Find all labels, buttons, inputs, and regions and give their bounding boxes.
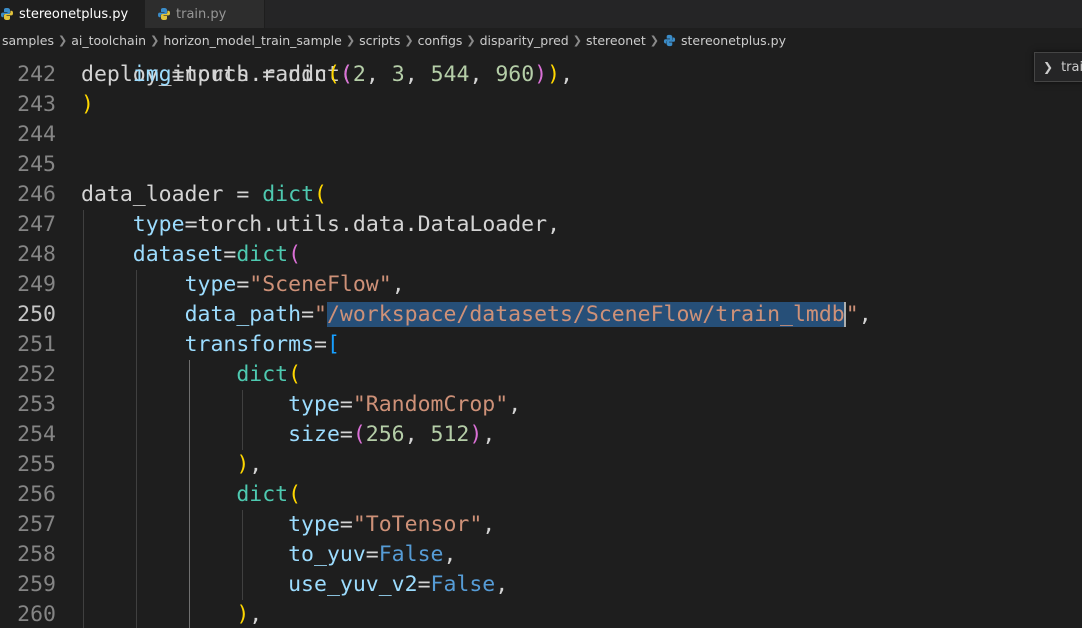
line-number: 249	[17, 272, 56, 297]
line-number: 259	[17, 572, 56, 597]
line-number: 255	[17, 452, 56, 477]
code-line[interactable]: 246 data_loader = dict(	[0, 180, 1082, 210]
line-number: 246	[17, 182, 56, 207]
code-text: dict(	[236, 362, 302, 387]
breadcrumb-item[interactable]: disparity_pred	[480, 33, 569, 48]
chevron-right-icon: ❯	[150, 33, 160, 47]
line-number: 257	[17, 512, 56, 537]
editor-tab-bar: stereonetplus.py train.py	[0, 0, 1082, 28]
code-line[interactable]: 258 to_yuv=False,	[0, 540, 1082, 570]
widget-label: trai	[1061, 59, 1082, 75]
chevron-right-icon: ❯	[1043, 60, 1054, 74]
code-text: type="SceneFlow",	[184, 272, 405, 297]
code-line[interactable]: 257 type="ToTensor",	[0, 510, 1082, 540]
chevron-right-icon: ❯	[404, 33, 414, 47]
tab-label: stereonetplus.py	[19, 6, 129, 22]
code-line[interactable]: 251 transforms=[	[0, 330, 1082, 360]
python-file-icon	[0, 7, 14, 21]
code-text: transforms=[	[184, 332, 340, 357]
code-text: size=(256, 512),	[288, 422, 496, 447]
breadcrumb-item[interactable]: ai_toolchain	[71, 33, 146, 48]
code-line[interactable]: 252 dict(	[0, 360, 1082, 390]
code-line[interactable]: 242 img=torch.randn((2, 3, 544, 960)),	[0, 60, 1082, 90]
code-line[interactable]: 249 type="SceneFlow",	[0, 270, 1082, 300]
breadcrumb-item-current-file[interactable]: stereonetplus.py	[681, 33, 786, 48]
code-text: type="RandomCrop",	[288, 392, 522, 417]
breadcrumb: samples ❯ ai_toolchain ❯ horizon_model_t…	[0, 28, 1082, 52]
line-number: 253	[17, 392, 56, 417]
code-text: data_path="/workspace/datasets/SceneFlow…	[184, 302, 872, 327]
code-line[interactable]: 259 use_yuv_v2=False,	[0, 570, 1082, 600]
sticky-scroll-widget[interactable]: ❯ trai	[1034, 52, 1082, 82]
breadcrumb-item[interactable]: configs	[418, 33, 463, 48]
code-line[interactable]: 254 size=(256, 512),	[0, 420, 1082, 450]
code-text: type="ToTensor",	[288, 512, 496, 537]
breadcrumb-item[interactable]: stereonet	[586, 33, 646, 48]
code-line[interactable]: 248 dataset=dict(	[0, 240, 1082, 270]
code-text: to_yuv=False,	[288, 542, 457, 567]
breadcrumb-item[interactable]: horizon_model_train_sample	[163, 33, 342, 48]
line-number: 251	[17, 332, 56, 357]
code-line[interactable]: 243)	[0, 90, 1082, 120]
line-number: 248	[17, 242, 56, 267]
code-line[interactable]: 255 ),	[0, 450, 1082, 480]
tab-label: train.py	[176, 6, 227, 22]
code-line[interactable]: 244	[0, 120, 1082, 150]
line-number: 242	[17, 62, 56, 87]
chevron-right-icon: ❯	[572, 33, 582, 47]
line-number: 260	[17, 602, 56, 627]
code-text: data_loader = dict(	[81, 182, 327, 207]
code-line[interactable]: 247 type=torch.utils.data.DataLoader,	[0, 210, 1082, 240]
chevron-right-icon: ❯	[649, 33, 659, 47]
code-line[interactable]: 245	[0, 150, 1082, 180]
code-text: )	[81, 92, 94, 117]
code-line[interactable]: 253 type="RandomCrop",	[0, 390, 1082, 420]
tab-train[interactable]: train.py	[145, 0, 265, 28]
line-number: 254	[17, 422, 56, 447]
tab-stereonetplus[interactable]: stereonetplus.py	[0, 0, 145, 28]
line-number: 252	[17, 362, 56, 387]
code-editor[interactable]: deploy_inputs = dict( 242 img=torch.rand…	[0, 52, 1082, 628]
code-text: use_yuv_v2=False,	[288, 572, 509, 597]
breadcrumb-item[interactable]: samples	[2, 33, 54, 48]
python-file-icon	[663, 34, 676, 47]
line-number: 256	[17, 482, 56, 507]
code-line[interactable]: 250 data_path="/workspace/datasets/Scene…	[0, 300, 1082, 330]
line-number: 245	[17, 152, 56, 177]
code-line-partial: deploy_inputs = dict(	[0, 52, 1082, 87]
code-text: dict(	[236, 482, 302, 507]
breadcrumb-item[interactable]: scripts	[359, 33, 400, 48]
chevron-right-icon: ❯	[466, 33, 476, 47]
code-text: img=torch.randn((2, 3, 544, 960)),	[132, 62, 574, 87]
python-file-icon	[157, 7, 171, 21]
line-number: 244	[17, 122, 56, 147]
code-text: ),	[236, 452, 263, 477]
code-line[interactable]: 260 ),	[0, 600, 1082, 628]
code-text: ),	[236, 602, 263, 627]
chevron-right-icon: ❯	[57, 33, 68, 47]
line-number: 250	[17, 302, 56, 327]
chevron-right-icon: ❯	[345, 33, 356, 47]
line-number: 258	[17, 542, 56, 567]
code-line[interactable]: 256 dict(	[0, 480, 1082, 510]
line-number: 243	[17, 92, 56, 117]
code-text: type=torch.utils.data.DataLoader,	[132, 212, 561, 237]
code-text: dataset=dict(	[132, 242, 302, 267]
line-number: 247	[17, 212, 56, 237]
